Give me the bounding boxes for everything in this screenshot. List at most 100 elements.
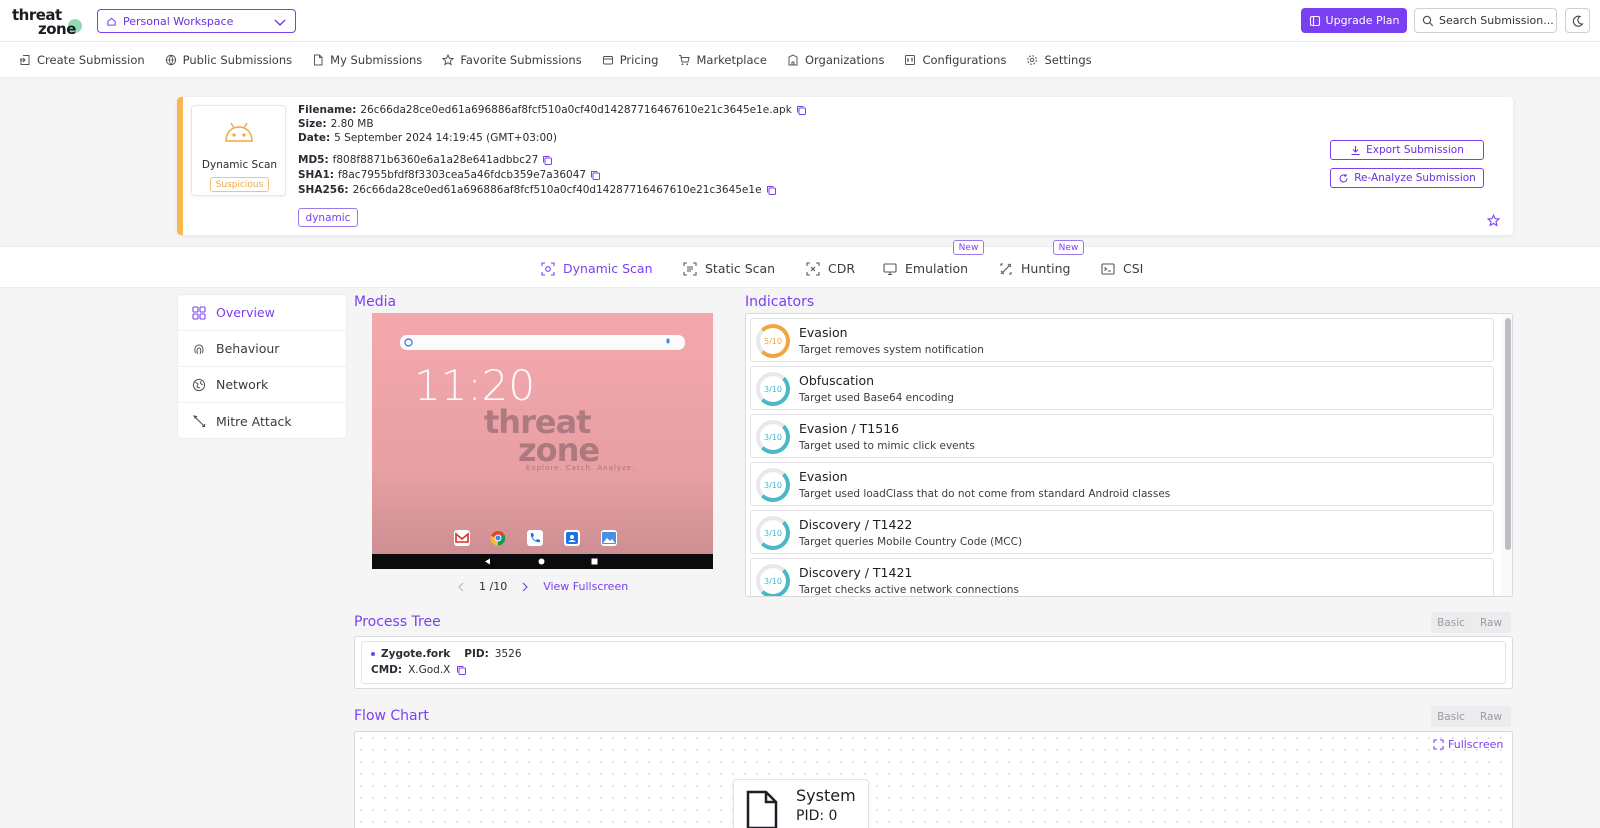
- nav-public-submissions[interactable]: Public Submissions: [165, 53, 292, 67]
- copy-icon[interactable]: [542, 155, 553, 166]
- nav-organizations[interactable]: Organizations: [787, 53, 884, 67]
- indicator-score: 3/10: [764, 480, 782, 490]
- flow-chart-canvas[interactable]: Fullscreen System PID: 0: [354, 731, 1513, 828]
- basic-toggle[interactable]: Basic: [1431, 706, 1471, 727]
- theme-toggle-button[interactable]: [1565, 8, 1590, 33]
- flow-fullscreen-button[interactable]: Fullscreen: [1433, 738, 1503, 751]
- workspace-select[interactable]: Personal Workspace: [97, 9, 296, 33]
- tab-label: Hunting: [1021, 261, 1071, 276]
- indicator-description: Target removes system notification: [799, 344, 984, 356]
- network-icon: [192, 378, 206, 391]
- building-icon: [788, 53, 798, 65]
- home-button-icon: [538, 558, 545, 565]
- tab-cdr[interactable]: CDR: [806, 261, 855, 276]
- indicator-item[interactable]: 3/10 Evasion / T1516 Target used to mimi…: [750, 414, 1494, 458]
- indicators-scrollbar[interactable]: [1501, 314, 1512, 596]
- back-icon: [485, 558, 490, 565]
- tab-static-scan[interactable]: Static Scan: [683, 261, 775, 276]
- media-page-indicator: 1 /10: [479, 580, 508, 593]
- copy-icon[interactable]: [796, 105, 807, 116]
- upgrade-plan-button[interactable]: Upgrade Plan: [1301, 8, 1407, 33]
- raw-toggle[interactable]: Raw: [1471, 612, 1511, 633]
- nav-favorite-submissions[interactable]: Favorite Submissions: [442, 53, 582, 67]
- process-cmd-row: CMD: X.God.X: [371, 664, 467, 676]
- favorite-star-icon[interactable]: [1487, 214, 1500, 227]
- indicator-score: 3/10: [764, 432, 782, 442]
- side-item-behaviour[interactable]: Behaviour: [178, 331, 346, 367]
- nav-my-submissions[interactable]: My Submissions: [312, 53, 422, 67]
- file-icon: [314, 54, 323, 65]
- copy-icon[interactable]: [766, 185, 777, 196]
- side-item-overview[interactable]: Overview: [178, 295, 346, 331]
- indicator-item[interactable]: 3/10 Discovery / T1421 Target checks act…: [750, 558, 1494, 596]
- tab-label: CDR: [828, 261, 856, 276]
- nav-configurations[interactable]: Configurations: [904, 53, 1006, 67]
- hunting-icon: [1000, 262, 1012, 275]
- indicator-score: 3/10: [764, 576, 782, 586]
- threatzone-logo[interactable]: threat zone: [12, 6, 84, 38]
- media-screenshot[interactable]: 11:20 threat zone Explore. Catch. Analyz…: [372, 313, 713, 569]
- indicator-item[interactable]: 3/10 Discovery / T1422 Target queries Mo…: [750, 510, 1494, 554]
- tab-label: CSI: [1123, 261, 1144, 276]
- scan-type-label: Dynamic Scan: [201, 159, 278, 171]
- submission-tag[interactable]: dynamic: [298, 208, 358, 227]
- indicator-score-ring: 3/10: [756, 564, 790, 596]
- indicator-item[interactable]: 5/10 Evasion Target removes system notif…: [750, 318, 1494, 362]
- nav-label: Pricing: [619, 52, 659, 67]
- search-icon: [1422, 15, 1434, 26]
- scrollbar-thumb[interactable]: [1505, 318, 1511, 550]
- indicator-description: Target used Base64 encoding: [799, 392, 954, 404]
- nav-label: Create Submission: [37, 52, 145, 67]
- logo-text-line2: zone: [38, 20, 76, 38]
- flow-node-system[interactable]: System PID: 0: [733, 779, 869, 828]
- side-item-mitre-attack[interactable]: Mitre Attack: [178, 403, 346, 439]
- view-fullscreen-link[interactable]: View Fullscreen: [543, 580, 628, 593]
- fingerprint-icon: [194, 344, 204, 354]
- android-icon: [225, 122, 253, 142]
- terminal-icon: [1101, 262, 1115, 275]
- nav-label: Marketplace: [696, 52, 767, 67]
- submission-summary-card: Dynamic Scan Suspicious Filename: 26c66d…: [177, 97, 1513, 235]
- monitor-icon: [883, 262, 897, 275]
- sha1-value: f8ac7955bfdf8f3303cea5a46fdcb359e7a36047: [337, 169, 587, 181]
- export-submission-button[interactable]: Export Submission: [1330, 140, 1484, 160]
- contacts-icon: [564, 530, 580, 546]
- side-item-label: Mitre Attack: [216, 413, 292, 429]
- tab-emulation[interactable]: Emulation: [883, 261, 968, 276]
- pid-label: PID:: [464, 648, 489, 660]
- tab-csi[interactable]: CSI: [1101, 261, 1143, 276]
- config-icon: [905, 54, 916, 65]
- size-value: 2.80 MB: [330, 118, 374, 130]
- indicator-item[interactable]: 3/10 Evasion Target used loadClass that …: [750, 462, 1494, 506]
- copy-icon[interactable]: [590, 170, 601, 181]
- basic-toggle[interactable]: Basic: [1431, 612, 1471, 633]
- pid-value: 3526: [494, 648, 522, 660]
- nav-marketplace[interactable]: Marketplace: [678, 52, 767, 67]
- grid-icon: [192, 305, 206, 320]
- download-icon: [1351, 145, 1360, 155]
- tab-dynamic-scan[interactable]: Dynamic Scan: [541, 261, 653, 276]
- nav-label: My Submissions: [330, 52, 423, 67]
- google-icon: [404, 338, 413, 347]
- chevron-right-icon[interactable]: [519, 581, 531, 593]
- copy-icon[interactable]: [456, 665, 467, 676]
- reanalyze-submission-button[interactable]: Re-Analyze Submission: [1330, 168, 1484, 188]
- nav-settings[interactable]: Settings: [1026, 53, 1092, 67]
- overview-side-menu: Overview Behaviour Network Mitre Attack: [177, 294, 347, 439]
- filename-value: 26c66da28ce0ed61a696886af8fcf510a0cf40d1…: [360, 104, 792, 116]
- indicator-title: Obfuscation: [799, 373, 875, 388]
- process-node[interactable]: Zygote.fork PID: 3526 CMD: X.God.X: [361, 641, 1506, 684]
- indicators-title: Indicators: [745, 294, 815, 310]
- raw-toggle[interactable]: Raw: [1471, 706, 1511, 727]
- side-item-network[interactable]: Network: [178, 367, 346, 403]
- indicator-description: Target used loadClass that do not come f…: [799, 488, 1171, 500]
- phone-icon: [527, 530, 543, 546]
- nav-label: Public Submissions: [182, 52, 293, 67]
- chevron-left-icon[interactable]: [455, 581, 467, 593]
- indicator-item[interactable]: 3/10 Obfuscation Target used Base64 enco…: [750, 366, 1494, 410]
- device-nav-bar: [372, 554, 713, 569]
- nav-create-submission[interactable]: Create Submission: [19, 53, 145, 67]
- nav-pricing[interactable]: Pricing: [602, 52, 659, 67]
- search-submission-input[interactable]: Search Submission...: [1414, 8, 1557, 33]
- tab-hunting[interactable]: Hunting: [999, 261, 1070, 276]
